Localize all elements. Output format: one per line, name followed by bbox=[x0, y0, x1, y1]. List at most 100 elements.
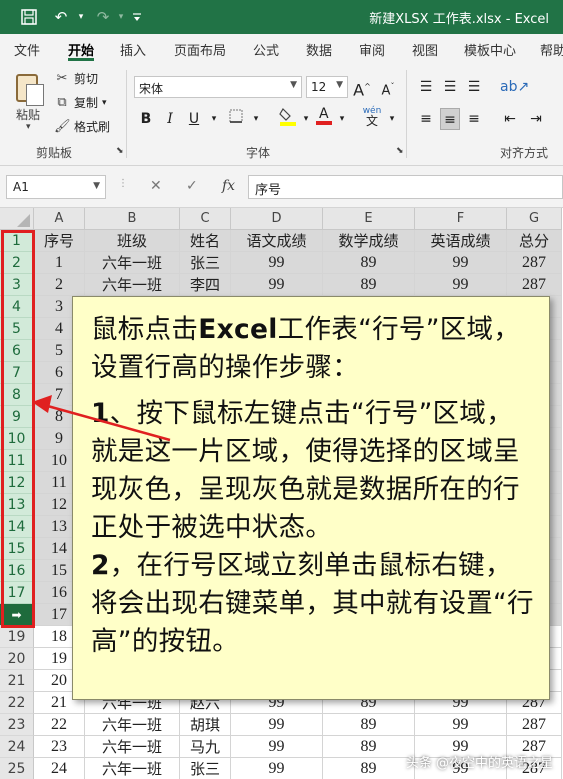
phonetic-dropdown-icon[interactable]: ▾ bbox=[382, 108, 402, 130]
row-header-18[interactable]: ➡ bbox=[0, 604, 34, 626]
increase-indent-icon[interactable]: ⇥ bbox=[526, 108, 546, 130]
align-bottom-icon[interactable]: ☰ bbox=[464, 76, 484, 98]
cell-c25[interactable]: 张三 bbox=[180, 758, 231, 779]
cell-g23[interactable]: 287 bbox=[507, 714, 562, 736]
align-right-icon[interactable]: ≡ bbox=[464, 108, 484, 130]
cell-d23[interactable]: 99 bbox=[231, 714, 323, 736]
borders-dropdown-icon[interactable]: ▾ bbox=[246, 108, 266, 130]
cell-d24[interactable]: 99 bbox=[231, 736, 323, 758]
row-header-4[interactable]: 4 bbox=[0, 296, 34, 318]
tab-view[interactable]: 视图 bbox=[412, 40, 438, 59]
enter-icon[interactable]: ✓ bbox=[186, 178, 198, 194]
cell-c1[interactable]: 姓名 bbox=[180, 230, 231, 252]
cell-g3[interactable]: 287 bbox=[507, 274, 562, 296]
cell-b3[interactable]: 六年一班 bbox=[85, 274, 180, 296]
tab-home[interactable]: 开始 bbox=[68, 40, 95, 61]
paste-dropdown-icon[interactable]: ▾ bbox=[26, 122, 31, 132]
row-header-8[interactable]: 8 bbox=[0, 384, 34, 406]
cell-g2[interactable]: 287 bbox=[507, 252, 562, 274]
tab-data[interactable]: 数据 bbox=[306, 40, 332, 59]
font-color-dropdown-icon[interactable]: ▾ bbox=[332, 108, 352, 130]
cell-e23[interactable]: 89 bbox=[323, 714, 415, 736]
row-header-1[interactable]: 1 bbox=[0, 230, 34, 252]
cell-d2[interactable]: 99 bbox=[231, 252, 323, 274]
cell-e3[interactable]: 89 bbox=[323, 274, 415, 296]
row-header-15[interactable]: 15 bbox=[0, 538, 34, 560]
cell-b24[interactable]: 六年一班 bbox=[85, 736, 180, 758]
cell-d1[interactable]: 语文成绩 bbox=[231, 230, 323, 252]
customize-quick-access-icon[interactable] bbox=[126, 6, 148, 28]
row-header-25[interactable]: 25 bbox=[0, 758, 34, 779]
row-header-10[interactable]: 10 bbox=[0, 428, 34, 450]
cell-g1[interactable]: 总分 bbox=[507, 230, 562, 252]
decrease-indent-icon[interactable]: ⇤ bbox=[500, 108, 520, 130]
row-header-16[interactable]: 16 bbox=[0, 560, 34, 582]
cell-e1[interactable]: 数学成绩 bbox=[323, 230, 415, 252]
tab-help[interactable]: 帮助 bbox=[540, 40, 563, 59]
font-dialog-launcher-icon[interactable]: ⬊ bbox=[396, 146, 404, 156]
grow-font-button[interactable]: A^ bbox=[352, 76, 372, 99]
select-all-button[interactable] bbox=[0, 208, 34, 230]
phonetic-guide-icon[interactable]: wén 文 bbox=[362, 106, 382, 128]
row-header-22[interactable]: 22 bbox=[0, 692, 34, 714]
column-header-g[interactable]: G bbox=[507, 208, 562, 230]
cell-a24[interactable]: 23 bbox=[34, 736, 85, 758]
clipboard-dialog-launcher-icon[interactable]: ⬊ bbox=[116, 146, 124, 156]
cell-b25[interactable]: 六年一班 bbox=[85, 758, 180, 779]
row-header-9[interactable]: 9 bbox=[0, 406, 34, 428]
insert-function-icon[interactable]: fx bbox=[222, 178, 235, 194]
cell-a23[interactable]: 22 bbox=[34, 714, 85, 736]
italic-button[interactable]: I bbox=[160, 108, 180, 130]
row-header-2[interactable]: 2 bbox=[0, 252, 34, 274]
format-painter-button[interactable]: 🖌 格式刷 bbox=[54, 118, 110, 135]
underline-button[interactable]: U bbox=[184, 108, 204, 130]
borders-icon[interactable] bbox=[226, 108, 246, 130]
row-header-5[interactable]: 5 bbox=[0, 318, 34, 340]
font-color-icon[interactable]: A bbox=[314, 104, 334, 126]
column-header-d[interactable]: D bbox=[231, 208, 323, 230]
row-header-21[interactable]: 21 bbox=[0, 670, 34, 692]
row-header-13[interactable]: 13 bbox=[0, 494, 34, 516]
font-name-select[interactable]: 宋体 ▼ bbox=[134, 76, 302, 98]
cancel-icon[interactable]: ✕ bbox=[150, 178, 162, 194]
cell-f3[interactable]: 99 bbox=[415, 274, 507, 296]
paste-button[interactable]: 粘贴 bbox=[16, 106, 40, 123]
cell-a3[interactable]: 2 bbox=[34, 274, 85, 296]
cell-c24[interactable]: 马九 bbox=[180, 736, 231, 758]
cell-a1[interactable]: 序号 bbox=[34, 230, 85, 252]
save-icon[interactable] bbox=[18, 6, 40, 28]
tab-template-center[interactable]: 模板中心 bbox=[464, 40, 516, 59]
column-header-b[interactable]: B bbox=[85, 208, 180, 230]
column-header-f[interactable]: F bbox=[415, 208, 507, 230]
row-header-7[interactable]: 7 bbox=[0, 362, 34, 384]
cell-b2[interactable]: 六年一班 bbox=[85, 252, 180, 274]
formula-input[interactable]: 序号 bbox=[248, 175, 563, 199]
tab-formulas[interactable]: 公式 bbox=[253, 40, 279, 59]
column-header-c[interactable]: C bbox=[180, 208, 231, 230]
cell-b1[interactable]: 班级 bbox=[85, 230, 180, 252]
tab-page-layout[interactable]: 页面布局 bbox=[174, 40, 226, 59]
shrink-font-button[interactable]: Aˇ bbox=[378, 76, 398, 98]
bold-button[interactable]: B bbox=[136, 108, 156, 130]
cut-button[interactable]: ✂ 剪切 bbox=[54, 70, 98, 87]
align-left-icon[interactable]: ≡ bbox=[416, 108, 436, 130]
column-header-e[interactable]: E bbox=[323, 208, 415, 230]
tab-review[interactable]: 审阅 bbox=[359, 40, 385, 59]
row-header-24[interactable]: 24 bbox=[0, 736, 34, 758]
cell-c3[interactable]: 李四 bbox=[180, 274, 231, 296]
align-top-icon[interactable]: ☰ bbox=[416, 76, 436, 98]
cell-a25[interactable]: 24 bbox=[34, 758, 85, 779]
row-header-12[interactable]: 12 bbox=[0, 472, 34, 494]
align-center-icon[interactable]: ≡ bbox=[440, 108, 460, 130]
column-header-a[interactable]: A bbox=[34, 208, 85, 230]
font-size-select[interactable]: 12 ▼ bbox=[306, 76, 348, 98]
row-header-6[interactable]: 6 bbox=[0, 340, 34, 362]
cell-f2[interactable]: 99 bbox=[415, 252, 507, 274]
cell-e24[interactable]: 89 bbox=[323, 736, 415, 758]
undo-icon[interactable]: ↶ bbox=[50, 6, 72, 28]
fill-color-icon[interactable] bbox=[278, 106, 298, 128]
name-box[interactable]: A1 ▼ bbox=[6, 175, 106, 199]
cell-c23[interactable]: 胡琪 bbox=[180, 714, 231, 736]
cell-d25[interactable]: 99 bbox=[231, 758, 323, 779]
cell-f1[interactable]: 英语成绩 bbox=[415, 230, 507, 252]
